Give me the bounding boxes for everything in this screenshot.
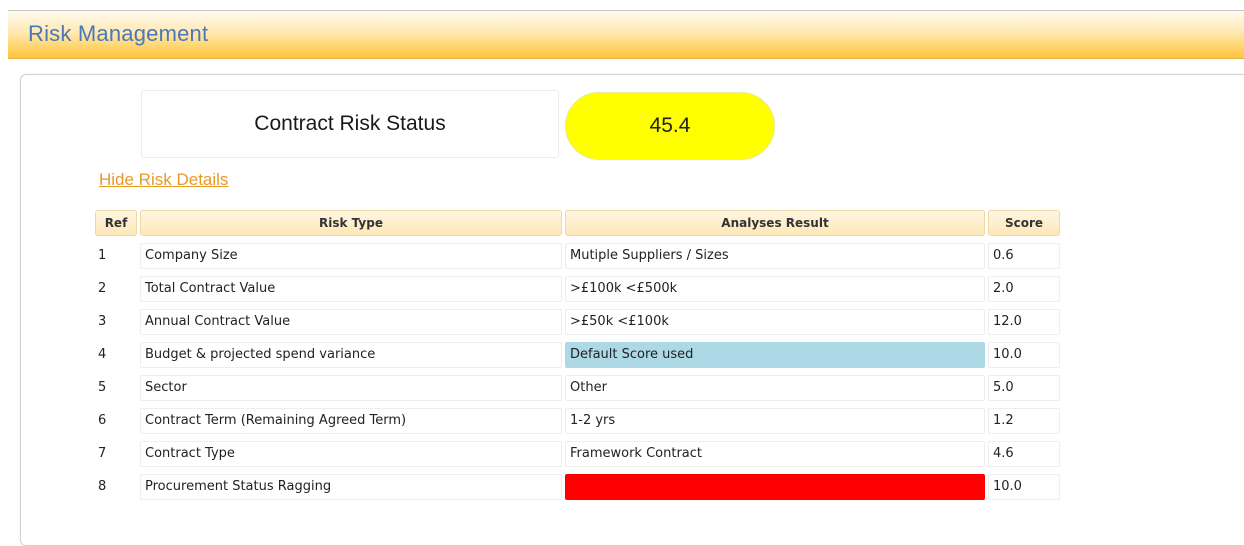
row-risk-type: Procurement Status Ragging	[140, 474, 562, 500]
contract-risk-status-label: Contract Risk Status	[254, 112, 446, 135]
row-ref: 2	[95, 276, 137, 302]
row-risk-type: Annual Contract Value	[140, 309, 562, 335]
row-ref: 4	[95, 342, 137, 368]
row-score: 12.0	[988, 309, 1060, 335]
column-header-ref: Ref	[95, 210, 137, 236]
row-analyses-result	[565, 474, 985, 500]
row-risk-type: Contract Term (Remaining Agreed Term)	[140, 408, 562, 434]
row-risk-type: Contract Type	[140, 441, 562, 467]
row-ref: 6	[95, 408, 137, 434]
row-risk-type: Budget & projected spend variance	[140, 342, 562, 368]
row-ref: 8	[95, 474, 137, 500]
risk-score-value: 45.4	[649, 114, 691, 137]
column-header-analyses-result: Analyses Result	[565, 210, 985, 236]
row-score: 10.0	[988, 342, 1060, 368]
row-score: 1.2	[988, 408, 1060, 434]
row-analyses-result: 1-2 yrs	[565, 408, 985, 434]
row-risk-type: Company Size	[140, 243, 562, 269]
row-score: 4.6	[988, 441, 1060, 467]
row-ref: 5	[95, 375, 137, 401]
row-score: 10.0	[988, 474, 1060, 500]
row-analyses-result: Other	[565, 375, 985, 401]
section-title: Risk Management	[28, 21, 209, 46]
row-analyses-result: Mutiple Suppliers / Sizes	[565, 243, 985, 269]
row-ref: 7	[95, 441, 137, 467]
row-score: 2.0	[988, 276, 1060, 302]
row-analyses-result: >£50k <£100k	[565, 309, 985, 335]
row-analyses-result: Framework Contract	[565, 441, 985, 467]
row-score: 5.0	[988, 375, 1060, 401]
row-analyses-result: >£100k <£500k	[565, 276, 985, 302]
row-ref: 3	[95, 309, 137, 335]
row-score: 0.6	[988, 243, 1060, 269]
section-header: Risk Management	[8, 11, 1244, 59]
contract-risk-status-box: Contract Risk Status	[141, 90, 559, 158]
hide-risk-details-link[interactable]: Hide Risk Details	[99, 170, 228, 190]
column-header-score: Score	[988, 210, 1060, 236]
row-risk-type: Total Contract Value	[140, 276, 562, 302]
row-ref: 1	[95, 243, 137, 269]
row-risk-type: Sector	[140, 375, 562, 401]
row-analyses-result: Default Score used	[565, 342, 985, 368]
column-header-risk-type: Risk Type	[140, 210, 562, 236]
risk-score-badge: 45.4	[565, 92, 775, 160]
